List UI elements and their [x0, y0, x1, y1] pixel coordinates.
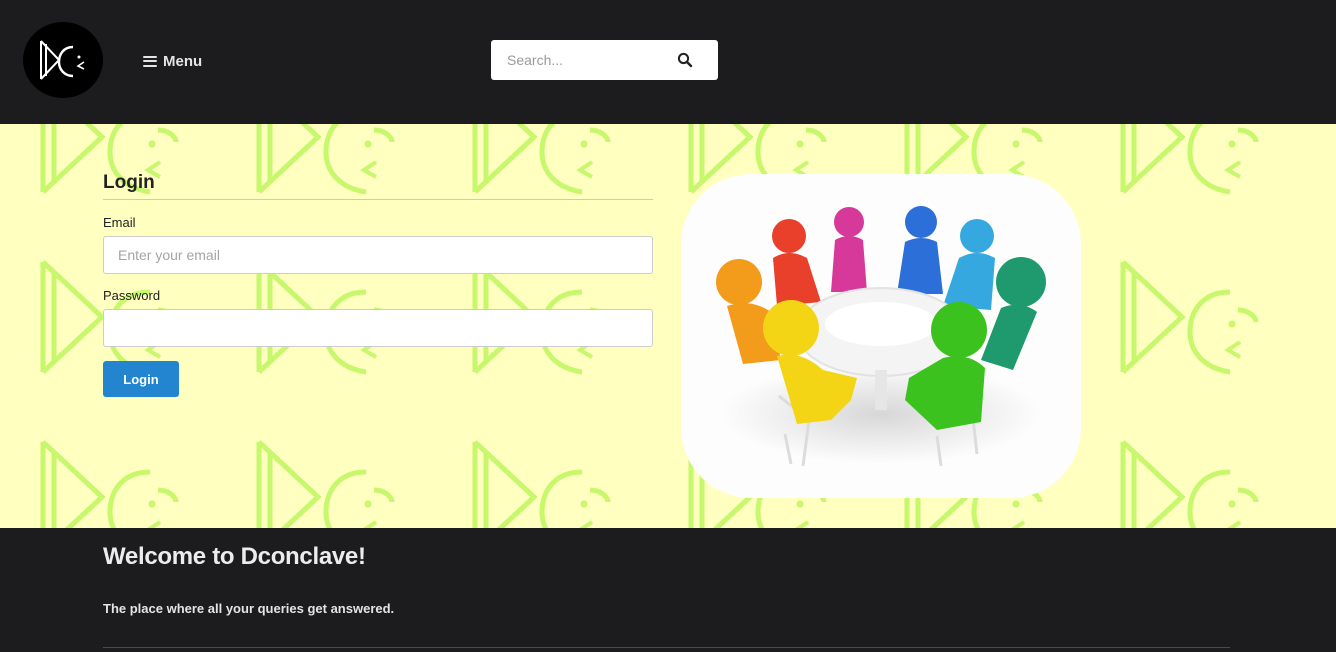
footer-divider [103, 647, 1230, 648]
search-box [491, 40, 718, 80]
email-label: Email [103, 215, 136, 230]
hamburger-icon [143, 55, 157, 67]
round-table-illustration [681, 174, 1081, 498]
search-icon[interactable] [677, 52, 693, 68]
hero-section: Login Email Password Login [0, 124, 1336, 528]
login-title: Login [103, 172, 653, 200]
password-label: Password [103, 288, 161, 303]
password-field[interactable] [103, 309, 653, 347]
email-field[interactable] [103, 236, 653, 274]
login-form: Login Email Password Login [103, 172, 653, 397]
login-button[interactable]: Login [103, 361, 179, 397]
dc-logo-icon[interactable] [23, 22, 103, 98]
welcome-heading: Welcome to Dconclave! [103, 543, 366, 570]
tagline: The place where all your queries get ans… [103, 601, 395, 616]
search-input[interactable] [491, 40, 671, 80]
top-navbar: Menu [0, 0, 1336, 124]
menu-button[interactable]: Menu [143, 50, 202, 72]
menu-label: Menu [163, 52, 203, 70]
footer-section: Welcome to Dconclave! The place where al… [0, 528, 1336, 652]
